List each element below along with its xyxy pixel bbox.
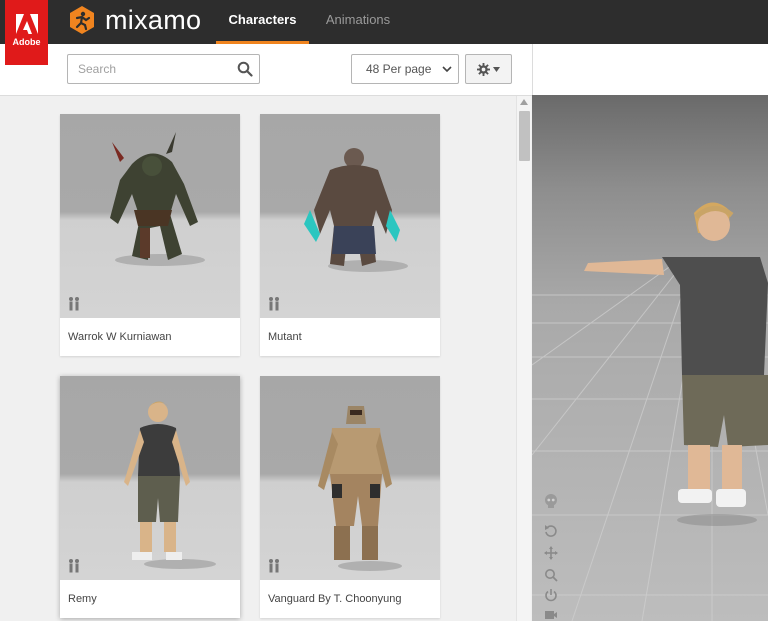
- chevron-down-icon: [442, 66, 452, 73]
- vanguard-figure: [318, 406, 402, 571]
- brand-name: mixamo: [105, 4, 202, 35]
- viewer-scene: [532, 202, 768, 621]
- move-icon[interactable]: [544, 546, 558, 560]
- mixamo-app: mixamo Characters Animations Adobe 48 Pe…: [0, 0, 768, 621]
- character-name: Mutant: [268, 331, 302, 343]
- reset-icon[interactable]: [544, 524, 558, 538]
- search-icon[interactable]: [237, 61, 253, 77]
- character-card[interactable]: Mutant: [260, 114, 440, 356]
- character-viewer[interactable]: [532, 95, 768, 621]
- mutant-figure: [304, 148, 408, 272]
- character-name: Warrok W Kurniawan: [68, 331, 172, 343]
- zoom-icon[interactable]: [544, 568, 558, 582]
- character-card[interactable]: Warrok W Kurniawan: [60, 114, 240, 356]
- gear-icon: [477, 62, 490, 76]
- toolbar: 48 Per page: [0, 44, 532, 96]
- grid-scrollbar[interactable]: [516, 96, 531, 621]
- per-page-select[interactable]: 48 Per page: [351, 54, 459, 84]
- scroll-up-arrow-icon[interactable]: [520, 99, 528, 105]
- tab-characters[interactable]: Characters: [216, 0, 309, 44]
- camera-icon[interactable]: [544, 608, 558, 621]
- character-thumbnail: [60, 114, 240, 318]
- remy-figure: [124, 401, 216, 569]
- character-card-selected[interactable]: Remy: [60, 376, 240, 618]
- character-name: Vanguard By T. Choonyung: [268, 593, 402, 605]
- character-grid: Warrok W Kurniawan Mutant Remy Vanguard …: [0, 96, 516, 621]
- power-icon[interactable]: [544, 588, 558, 602]
- character-name: Remy: [68, 593, 97, 605]
- scroll-thumb[interactable]: [519, 111, 530, 161]
- viewer-header: [532, 44, 768, 95]
- character-thumbnail: [260, 376, 440, 580]
- search-input[interactable]: [68, 55, 228, 83]
- people-icon: [69, 297, 79, 311]
- adobe-badge[interactable]: Adobe: [5, 0, 48, 65]
- search-box[interactable]: [67, 54, 260, 84]
- character-thumbnail: [60, 376, 240, 580]
- caret-down-icon: [493, 66, 500, 72]
- warrok-figure: [110, 132, 205, 266]
- per-page-value: 48 Per page: [366, 62, 432, 76]
- mixamo-logo-icon: [70, 6, 94, 34]
- top-nav-bar: mixamo Characters Animations: [0, 0, 768, 44]
- character-card[interactable]: Vanguard By T. Choonyung: [260, 376, 440, 618]
- people-icon: [269, 559, 279, 573]
- character-thumbnail: [260, 114, 440, 318]
- people-icon: [69, 559, 79, 573]
- brand[interactable]: mixamo: [67, 4, 201, 36]
- skull-icon[interactable]: [544, 494, 558, 508]
- tab-animations[interactable]: Animations: [311, 0, 405, 44]
- adobe-label: Adobe: [12, 37, 41, 47]
- people-icon: [269, 297, 279, 311]
- settings-button[interactable]: [465, 54, 512, 84]
- adobe-logo-icon: [15, 14, 38, 34]
